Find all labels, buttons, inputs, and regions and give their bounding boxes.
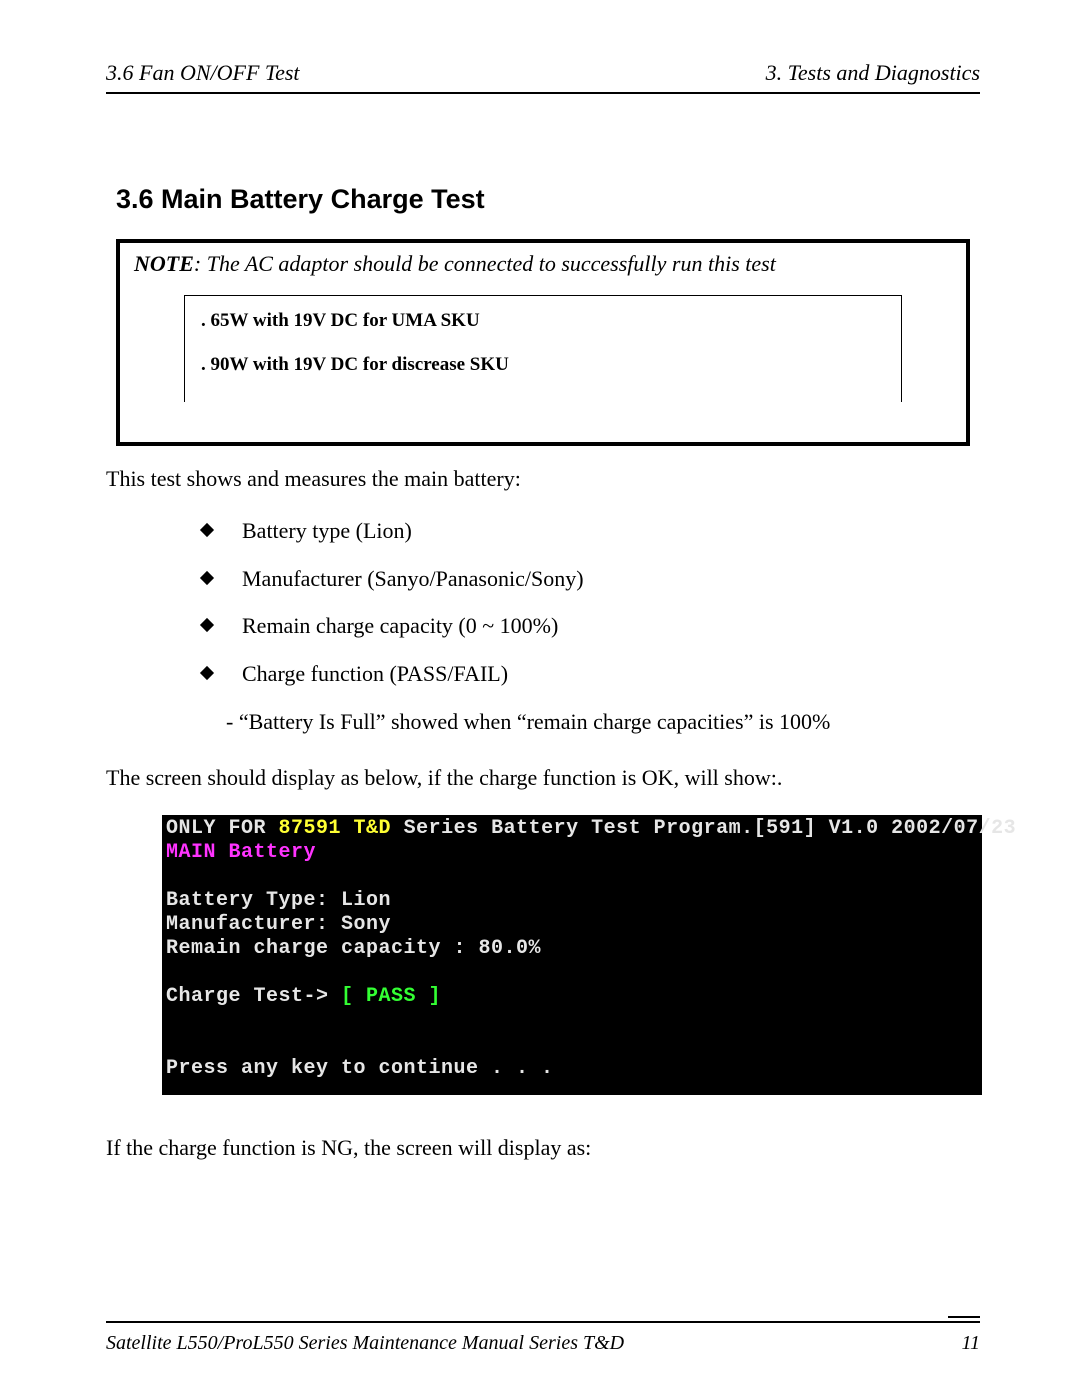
terminal-line: Remain charge capacity : 80.0% <box>166 937 978 961</box>
terminal-text: Charge Test-> <box>166 985 341 1008</box>
terminal-blank-line <box>166 1009 978 1033</box>
terminal-pass-text: [ PASS ] <box>341 985 441 1008</box>
terminal-blank-line <box>166 961 978 985</box>
screen-intro-paragraph: The screen should display as below, if t… <box>106 765 980 791</box>
terminal-line: MAIN Battery <box>166 841 978 865</box>
list-item: Manufacturer (Sanyo/Panasonic/Sony) <box>196 564 980 594</box>
terminal-blank-line <box>166 865 978 889</box>
terminal-text: Series Battery Test Program.[591] V1.0 2… <box>391 817 1016 840</box>
note-text-line: NOTE: The AC adaptor should be connected… <box>120 243 966 295</box>
terminal-blank-line <box>166 1033 978 1057</box>
page-number: 11 <box>961 1332 980 1355</box>
terminal-line: Press any key to continue . . . <box>166 1057 978 1081</box>
terminal-line: Battery Type: Lion <box>166 889 978 913</box>
ng-paragraph: If the charge function is NG, the screen… <box>106 1135 980 1161</box>
section-title: 3.6 Main Battery Charge Test <box>116 184 980 215</box>
list-item: Battery type (Lion) <box>196 516 980 546</box>
list-subnote: - “Battery Is Full” showed when “remain … <box>226 709 980 735</box>
note-box: NOTE: The AC adaptor should be connected… <box>116 239 970 446</box>
intro-paragraph: This test shows and measures the main ba… <box>106 466 980 492</box>
note-label: NOTE <box>134 251 194 276</box>
note-text: : The AC adaptor should be connected to … <box>194 251 776 276</box>
page: 3.6 Fan ON/OFF Test 3. Tests and Diagnos… <box>0 0 1080 1397</box>
note-sku-uma: . 65W with 19V DC for UMA SKU <box>201 310 885 332</box>
page-footer: Satellite L550/ProL550 Series Maintenanc… <box>106 1332 980 1355</box>
terminal-text: ONLY FOR <box>166 817 279 840</box>
header-right: 3. Tests and Diagnostics <box>766 60 980 86</box>
page-header: 3.6 Fan ON/OFF Test 3. Tests and Diagnos… <box>106 60 980 86</box>
footer-rule <box>106 1321 980 1323</box>
terminal-line: Manufacturer: Sony <box>166 913 978 937</box>
list-item: Remain charge capacity (0 ~ 100%) <box>196 611 980 641</box>
terminal-text-highlight: 87591 T&D <box>279 817 392 840</box>
footer-tick <box>948 1316 980 1318</box>
terminal-line: Charge Test-> [ PASS ] <box>166 985 978 1009</box>
feature-list: Battery type (Lion) Manufacturer (Sanyo/… <box>196 516 980 689</box>
list-item: Charge function (PASS/FAIL) <box>196 659 980 689</box>
note-sku-discrete: . 90W with 19V DC for discrease SKU <box>201 354 885 376</box>
header-rule <box>106 92 980 94</box>
note-inner-box: . 65W with 19V DC for UMA SKU . 90W with… <box>184 295 902 402</box>
header-left: 3.6 Fan ON/OFF Test <box>106 60 300 86</box>
terminal-line: ONLY FOR 87591 T&D Series Battery Test P… <box>166 817 978 841</box>
footer-left: Satellite L550/ProL550 Series Maintenanc… <box>106 1332 624 1355</box>
terminal-output: ONLY FOR 87591 T&D Series Battery Test P… <box>162 815 982 1095</box>
